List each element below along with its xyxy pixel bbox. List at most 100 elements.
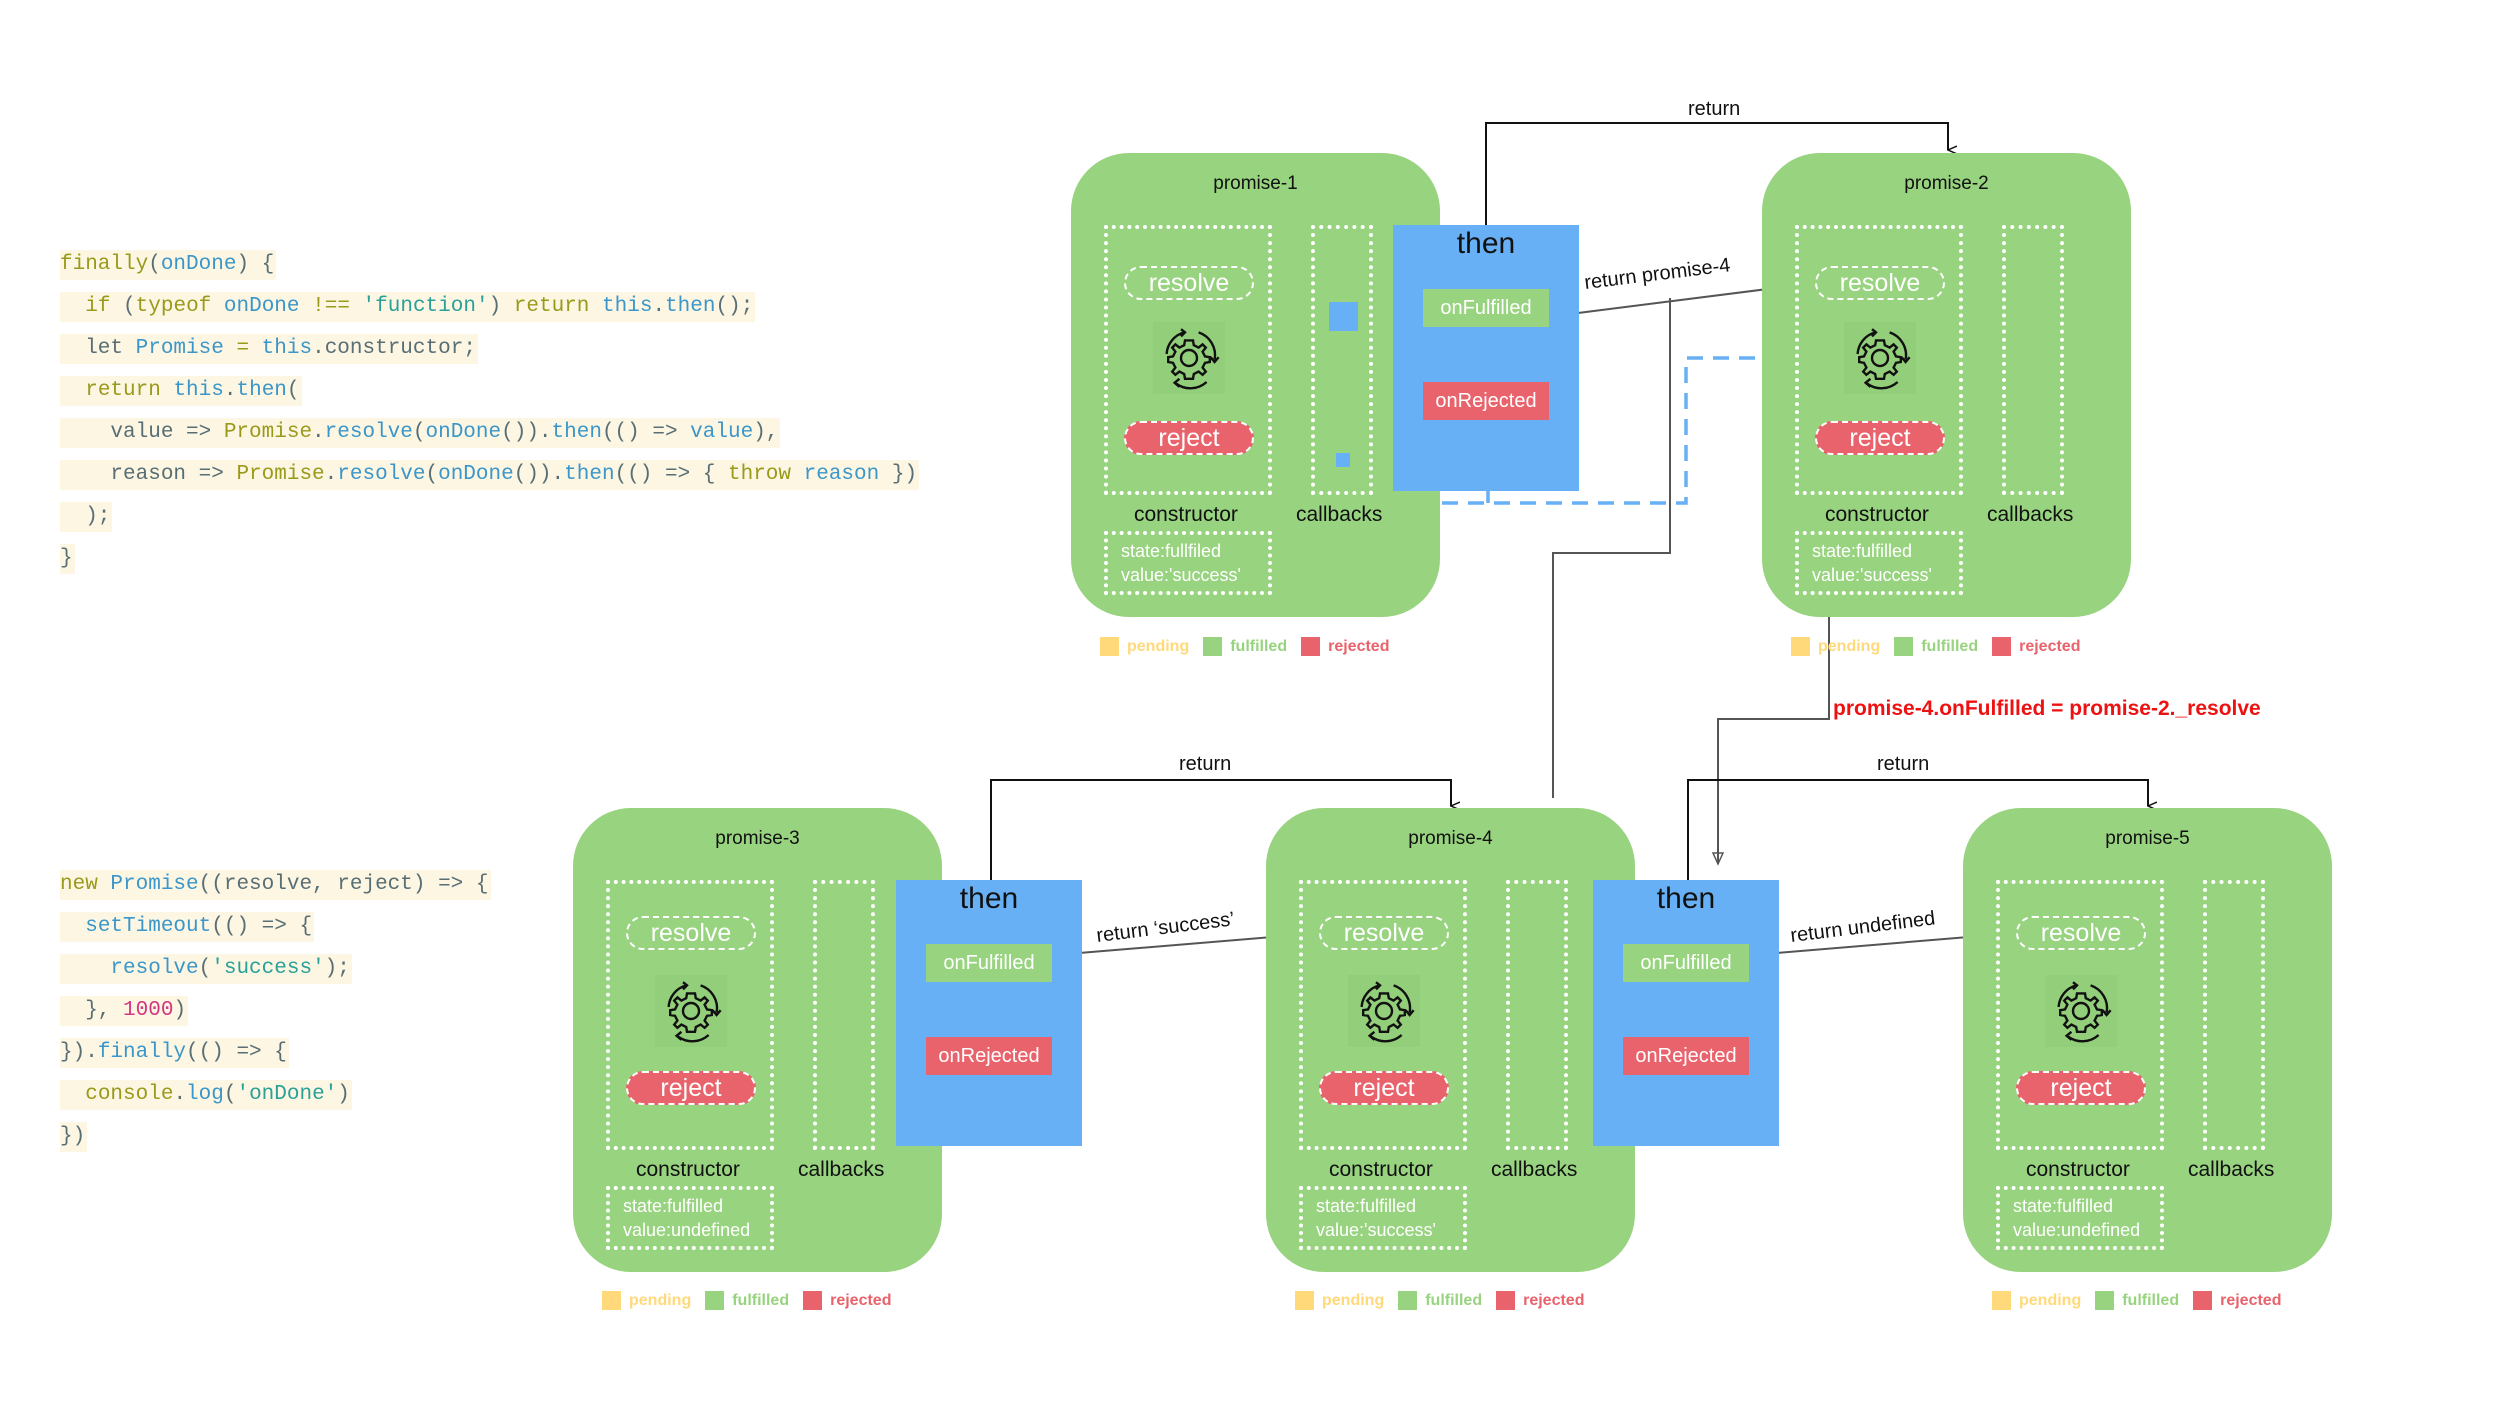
code-token: onDone (223, 295, 300, 318)
code-token: ( (148, 253, 161, 276)
code-token: resolve (337, 463, 426, 486)
legend-fulfilled: fulfilled (1425, 1291, 1483, 1309)
code-line: }).finally(() => { (60, 1038, 289, 1068)
legend-rejected: rejected (2220, 1291, 2282, 1309)
code-token: return (85, 379, 161, 402)
code-token: ( (412, 421, 426, 444)
code-line: let Promise = this.constructor; (60, 334, 478, 364)
code-token: }) (60, 1125, 86, 1148)
on-rejected-handler: onRejected (1423, 382, 1549, 420)
code-token: then (236, 379, 287, 402)
code-token: value => (60, 421, 224, 444)
callbacks-box (813, 880, 875, 1150)
legend-promise-2: pending fulfilled rejected (1791, 637, 2094, 656)
code-line: finally(onDone) { (60, 250, 277, 280)
code-token: ); (324, 957, 350, 980)
value-text: value:'success' (1121, 565, 1241, 585)
code-token: return (513, 295, 590, 318)
legend-rejected: rejected (1328, 637, 1390, 655)
code-token: (); (715, 295, 754, 318)
code-token: ), (753, 421, 779, 444)
on-fulfilled-handler: onFulfilled (1423, 289, 1549, 327)
promise-title: promise-5 (2105, 828, 2190, 849)
code-token: ( (198, 957, 212, 980)
gear-cycle-icon (2041, 971, 2121, 1051)
legend-promise-1: pending fulfilled rejected (1100, 637, 1403, 656)
code-token: new (60, 873, 98, 896)
state-text: state:fulfilled (2013, 1196, 2114, 1216)
code-token: . (652, 295, 666, 318)
then-title: then (959, 882, 1019, 915)
value-text: value:'success' (1316, 1220, 1436, 1240)
legend-fulfilled: fulfilled (1921, 637, 1979, 655)
code-token: }). (60, 1041, 98, 1064)
code-token: (() => { (186, 1041, 287, 1064)
reject-function: reject (1124, 421, 1254, 455)
code-token: 'success' (211, 957, 325, 980)
constructor-label: constructor (2026, 1158, 2130, 1181)
then-block-1: then onFulfilled onRejected (1393, 225, 1579, 491)
legend-pending: pending (2019, 1291, 2082, 1309)
callbacks-label: callbacks (1987, 503, 2074, 526)
callback-slot-rejected (1336, 453, 1350, 467)
callbacks-box (1506, 880, 1568, 1150)
on-rejected-handler: onRejected (1623, 1037, 1749, 1075)
code-line: resolve('success'); (60, 954, 352, 984)
gear-cycle-icon (1149, 318, 1229, 398)
code-token: ( (425, 463, 439, 486)
code-token: ); (60, 505, 111, 528)
legend-fulfilled: fulfilled (2122, 1291, 2180, 1309)
code-token: onDone (425, 421, 502, 444)
value-text: value:undefined (623, 1220, 751, 1240)
then-block-3: then onFulfilled onRejected (896, 880, 1082, 1146)
edge-label-return-p3-p4: return (1179, 753, 1232, 775)
code-token: ) (337, 1083, 350, 1106)
promise-5-card: promise-5 resolve reject constructor cal… (1963, 808, 2332, 1272)
code-token: (() => (601, 421, 691, 444)
value-text: value:undefined (2013, 1220, 2141, 1240)
code-token: } (60, 547, 73, 570)
code-token: let (60, 337, 136, 360)
code-token: ) (488, 295, 514, 318)
code-line: value => Promise.resolve(onDone()).then(… (60, 418, 781, 448)
code-line: reason => Promise.resolve(onDone()).then… (60, 460, 920, 490)
code-token: then (551, 421, 602, 444)
code-token: then (665, 295, 716, 318)
edge-label-return-p1-p2: return (1688, 98, 1741, 120)
legend-pending: pending (1322, 1291, 1385, 1309)
edge-label-return-promise-4: return promise-4 (1583, 254, 1732, 295)
gear-cycle-icon (1840, 318, 1920, 398)
callbacks-label: callbacks (798, 1158, 885, 1181)
code-token: this (261, 337, 313, 360)
callbacks-label: callbacks (2188, 1158, 2275, 1181)
code-token: (() => { (211, 915, 313, 938)
promise-2-card: promise-2 resolve reject constructor cal… (1762, 153, 2131, 617)
gear-cycle-icon (651, 971, 731, 1051)
then-block-4: then onFulfilled onRejected (1593, 880, 1779, 1146)
code-token: typeof (135, 295, 212, 318)
constructor-label: constructor (636, 1158, 740, 1181)
state-text: state:fulfilled (1316, 1196, 1417, 1216)
callback-slot-fulfilled (1329, 302, 1358, 331)
code-line: ); (60, 502, 113, 532)
resolve-function: resolve (626, 916, 756, 950)
code-line: return this.then( (60, 376, 302, 406)
code-token: onDone (438, 463, 514, 486)
code-token: }) (879, 463, 918, 486)
edge-label-return-success: return ‘success’ (1095, 908, 1236, 948)
on-fulfilled-handler: onFulfilled (926, 944, 1052, 982)
code-line: if (typeof onDone !== 'function') return… (60, 292, 756, 322)
legend-promise-4: pending fulfilled rejected (1295, 1291, 1598, 1310)
legend-promise-3: pending fulfilled rejected (602, 1291, 905, 1310)
code-token: this (602, 295, 653, 318)
code-token: reason (803, 463, 880, 486)
code-token: ()). (501, 421, 552, 444)
